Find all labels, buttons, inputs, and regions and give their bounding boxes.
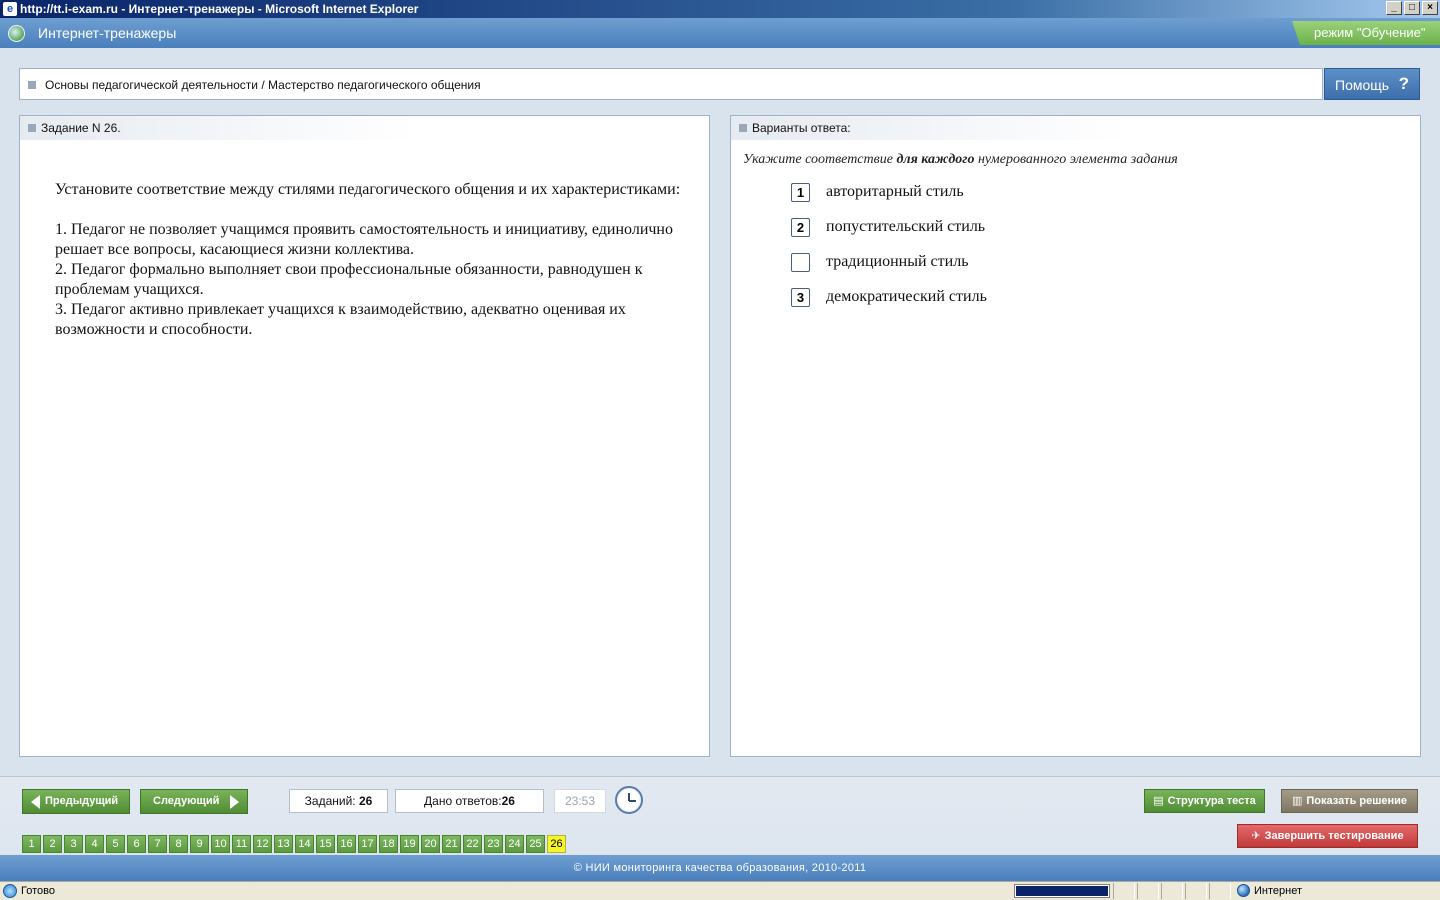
task-panel-header: Задание N 26. <box>20 116 416 140</box>
task-item-2: 2. Педагог формально выполняет свои проф… <box>55 261 643 298</box>
question-number-23[interactable]: 23 <box>484 835 503 853</box>
window-title: http://tt.i-exam.ru - Интернет-тренажеры… <box>20 2 419 16</box>
bullet-square-icon <box>739 124 747 132</box>
page-icon <box>3 884 17 898</box>
status-slot <box>1161 883 1183 899</box>
question-number-20[interactable]: 20 <box>421 835 440 853</box>
question-number-3[interactable]: 3 <box>64 835 83 853</box>
status-slot <box>1185 883 1207 899</box>
ie-icon: e <box>3 2 17 16</box>
globe-logo-icon <box>8 25 25 42</box>
list-icon: ▤ <box>1153 795 1164 807</box>
question-number-5[interactable]: 5 <box>106 835 125 853</box>
breadcrumb: Основы педагогической деятельности / Мас… <box>19 68 1323 100</box>
answer-input[interactable]: 3 <box>791 288 810 307</box>
question-number-10[interactable]: 10 <box>211 835 230 853</box>
question-number-14[interactable]: 14 <box>295 835 314 853</box>
question-number-1[interactable]: 1 <box>22 835 41 853</box>
app-title: Интернет-тренажеры <box>38 25 177 41</box>
question-number-6[interactable]: 6 <box>127 835 146 853</box>
tasks-count: Заданий: 26 <box>289 789 388 813</box>
finish-test-button[interactable]: ✈ Завершить тестирование <box>1237 824 1418 848</box>
minimize-button[interactable]: _ <box>1386 1 1402 15</box>
task-question: Установите соответствие между стилями пе… <box>55 181 681 198</box>
answer-label: традиционный стиль <box>826 253 969 270</box>
answer-label: авторитарный стиль <box>826 183 964 200</box>
maximize-button[interactable]: □ <box>1404 1 1420 15</box>
question-number-19[interactable]: 19 <box>400 835 419 853</box>
clock-icon <box>615 786 643 814</box>
progress-bar <box>1014 884 1110 898</box>
footer: © НИИ мониторинга качества образования, … <box>0 855 1440 881</box>
arrow-left-icon <box>31 795 40 809</box>
timer: 23:53 <box>554 789 606 813</box>
answer-input[interactable] <box>791 253 810 272</box>
question-icon: ? <box>1398 74 1409 93</box>
answers-title: Варианты ответа: <box>752 121 851 135</box>
test-structure-button[interactable]: ▤ Структура теста <box>1144 789 1265 813</box>
bullet-square-icon <box>28 124 36 132</box>
answers-panel: Варианты ответа: Укажите соответствие дл… <box>730 115 1421 757</box>
question-number-2[interactable]: 2 <box>43 835 62 853</box>
next-button[interactable]: Следующий <box>140 789 248 814</box>
question-number-strip: 1 2 3 4 5 6 7 8 9 10 11 12 13 14 15 16 17 18 19 20 21 22 23 24 2… <box>22 835 566 853</box>
breadcrumb-text: Основы педагогической деятельности / Мас… <box>45 78 481 92</box>
help-button[interactable]: Помощь ? <box>1324 68 1420 100</box>
prev-label: Предыдущий <box>45 795 119 807</box>
status-slot <box>1113 883 1135 899</box>
question-number-22[interactable]: 22 <box>463 835 482 853</box>
status-slot <box>1137 883 1159 899</box>
question-number-17[interactable]: 17 <box>358 835 377 853</box>
question-number-21[interactable]: 21 <box>442 835 461 853</box>
app-header: Интернет-тренажеры режим "Обучение" <box>0 18 1440 48</box>
internet-zone-icon <box>1237 884 1250 897</box>
prev-button[interactable]: Предыдущий <box>22 789 130 814</box>
task-title: Задание N 26. <box>41 121 121 135</box>
answers-instruction: Укажите соответствие для каждого нумеров… <box>743 152 1178 167</box>
question-number-26[interactable]: 26 <box>547 835 566 853</box>
zone-text: Интернет <box>1254 885 1302 897</box>
question-number-9[interactable]: 9 <box>190 835 209 853</box>
answers-panel-header: Варианты ответа: <box>731 116 1127 140</box>
answered-count: Дано ответов:26 <box>395 789 544 813</box>
answer-label: демократический стиль <box>826 288 987 305</box>
question-number-18[interactable]: 18 <box>379 835 398 853</box>
running-man-icon: ✈ <box>1251 830 1261 842</box>
status-slot <box>1209 883 1231 899</box>
task-panel: Задание N 26. Установите соответствие ме… <box>19 115 710 757</box>
mode-badge: режим "Обучение" <box>1292 21 1440 45</box>
question-number-13[interactable]: 13 <box>274 835 293 853</box>
book-icon: ▥ <box>1291 795 1303 807</box>
question-number-7[interactable]: 7 <box>148 835 167 853</box>
question-number-8[interactable]: 8 <box>169 835 188 853</box>
status-text: Готово <box>21 885 55 897</box>
next-label: Следующий <box>153 795 220 807</box>
task-item-1: 1. Педагог не позволяет учащимся проявит… <box>55 221 673 258</box>
task-item-3: 3. Педагог активно привлекает учащихся к… <box>55 301 626 338</box>
arrow-right-icon <box>230 795 239 809</box>
window-controls: _ □ × <box>1386 1 1438 15</box>
help-label: Помощь <box>1335 77 1390 93</box>
answer-input[interactable]: 2 <box>791 218 810 237</box>
answer-input[interactable]: 1 <box>791 183 810 202</box>
ie-statusbar: Готово Интернет <box>0 881 1440 900</box>
show-solution-button[interactable]: ▥ Показать решение <box>1281 789 1418 813</box>
window-titlebar: e http://tt.i-exam.ru - Интернет-тренаже… <box>0 0 1440 18</box>
task-text: Установите соответствие между стилями пе… <box>55 180 685 340</box>
question-number-4[interactable]: 4 <box>85 835 104 853</box>
answer-label: попустительский стиль <box>826 218 986 235</box>
question-number-24[interactable]: 24 <box>505 835 524 853</box>
question-number-25[interactable]: 25 <box>526 835 545 853</box>
close-button[interactable]: × <box>1422 1 1438 15</box>
question-number-16[interactable]: 16 <box>337 835 356 853</box>
question-number-12[interactable]: 12 <box>253 835 272 853</box>
question-number-11[interactable]: 11 <box>232 835 251 853</box>
question-number-15[interactable]: 15 <box>316 835 335 853</box>
bullet-square-icon <box>28 81 36 89</box>
